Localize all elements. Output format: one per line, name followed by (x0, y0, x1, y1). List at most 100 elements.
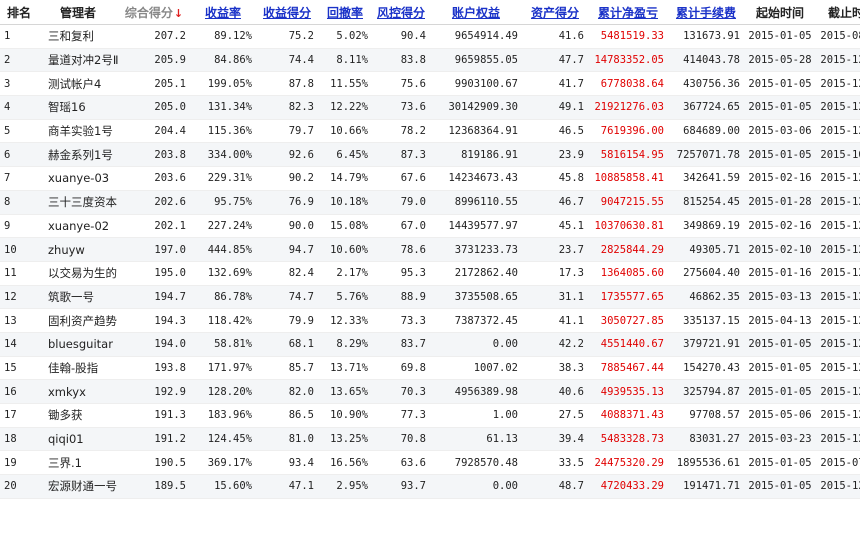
cell-risk-score: 95.3 (372, 261, 430, 286)
cell-manager: 三十三度资本 (38, 190, 118, 215)
cell-cum-profit: 10370630.81 (588, 214, 668, 239)
cell-start: 2015-01-05 (744, 474, 816, 499)
cell-return-score: 68.1 (256, 332, 318, 357)
cell-manager: 赫金系列1号 (38, 142, 118, 168)
cell-manager: 量道对冲2号Ⅲ (38, 48, 118, 73)
cell-end: 2015-12-22 (816, 190, 860, 215)
cell-risk-score: 70.8 (372, 427, 430, 452)
cell-asset-score: 40.6 (522, 379, 588, 404)
cell-end: 2015-12-22 (816, 166, 860, 191)
cell-cum-profit: 9047215.55 (588, 190, 668, 215)
header-equity[interactable]: 账户权益 (430, 0, 522, 25)
cell-start: 2015-01-05 (744, 332, 816, 357)
sort-equity-link[interactable]: 账户权益 (452, 6, 500, 20)
cell-drawdown: 13.65% (318, 379, 372, 404)
sort-asset-score-link[interactable]: 资产得分 (531, 6, 579, 20)
cell-drawdown: 12.22% (318, 95, 372, 120)
sort-risk-score-link[interactable]: 风控得分 (377, 6, 425, 20)
sort-return-rate-link[interactable]: 收益率 (205, 6, 241, 20)
cell-return-rate: 132.69% (190, 261, 256, 286)
cell-end: 2015-12-22 (816, 95, 860, 120)
cell-score: 205.9 (118, 48, 190, 73)
header-cum-profit[interactable]: 累计净盈亏 (588, 0, 668, 25)
cell-cum-profit: 7619396.00 (588, 119, 668, 144)
cell-end: 2015-12-22 (816, 403, 860, 428)
cell-cum-profit: 4720433.29 (588, 474, 668, 499)
cell-asset-score: 47.7 (522, 48, 588, 73)
cell-manager: xmkyx (38, 379, 118, 404)
cell-equity: 30142909.30 (430, 95, 522, 120)
cell-asset-score: 42.2 (522, 332, 588, 357)
cell-return-rate: 15.60% (190, 474, 256, 499)
cell-cum-profit: 6778038.64 (588, 71, 668, 97)
cell-drawdown: 8.11% (318, 48, 372, 73)
table-row: 15 佳翰-股指 193.8 171.97% 85.7 13.71% 69.8 1007.02… (0, 356, 860, 381)
cell-score: 192.9 (118, 379, 190, 404)
cell-asset-score: 45.8 (522, 166, 588, 191)
cell-manager: zhuyw (38, 237, 118, 262)
cell-cum-profit: 21921276.03 (588, 95, 668, 120)
sort-cum-fee-link[interactable]: 累计手续费 (676, 6, 736, 20)
cell-return-rate: 229.31% (190, 166, 256, 191)
cell-risk-score: 78.6 (372, 237, 430, 262)
header-score-label[interactable]: 综合得分 (125, 6, 173, 20)
cell-start: 2015-01-05 (744, 356, 816, 381)
cell-risk-score: 78.2 (372, 119, 430, 144)
cell-manager: 佳翰-股指 (38, 356, 118, 381)
cell-return-rate: 118.42% (190, 308, 256, 333)
cell-cum-profit: 1735577.65 (588, 285, 668, 310)
cell-risk-score: 69.8 (372, 356, 430, 381)
cell-start: 2015-02-10 (744, 237, 816, 262)
cell-end: 2015-12-22 (816, 71, 860, 97)
header-start: 起始时间 (744, 0, 816, 25)
cell-equity: 14234673.43 (430, 166, 522, 191)
cell-score: 193.8 (118, 356, 190, 381)
cell-end: 2015-12-22 (816, 214, 860, 239)
header-cum-fee[interactable]: 累计手续费 (668, 0, 744, 25)
cell-start: 2015-01-05 (744, 142, 816, 168)
cell-drawdown: 16.56% (318, 450, 372, 476)
cell-start: 2015-01-05 (744, 450, 816, 476)
sort-cum-profit-link[interactable]: 累计净盈亏 (598, 6, 658, 20)
cell-drawdown: 8.29% (318, 332, 372, 357)
cell-asset-score: 46.5 (522, 119, 588, 144)
header-drawdown[interactable]: 回撤率 (318, 0, 372, 25)
cell-cum-fee: 342641.59 (668, 166, 744, 191)
cell-rank: 18 (0, 427, 38, 452)
cell-asset-score: 49.1 (522, 95, 588, 120)
cell-cum-fee: 815254.45 (668, 190, 744, 215)
cell-risk-score: 90.4 (372, 24, 430, 49)
sort-drawdown-link[interactable]: 回撤率 (327, 6, 363, 20)
cell-cum-fee: 414043.78 (668, 48, 744, 73)
sort-return-score-link[interactable]: 收益得分 (263, 6, 311, 20)
cell-asset-score: 23.9 (522, 142, 588, 168)
table-row: 6 赫金系列1号 203.8 334.00% 92.6 6.45% 87.3 819186.9… (0, 142, 860, 168)
cell-return-score: 82.0 (256, 379, 318, 404)
cell-start: 2015-01-05 (744, 71, 816, 97)
header-rank: 排名 (0, 0, 38, 25)
cell-asset-score: 27.5 (522, 403, 588, 428)
header-return-rate[interactable]: 收益率 (190, 0, 256, 25)
cell-start: 2015-01-05 (744, 24, 816, 49)
cell-equity: 8996110.55 (430, 190, 522, 215)
table-row: 18 qiqi01 191.2 124.45% 81.0 13.25% 70.8 61.13 3… (0, 427, 860, 452)
cell-equity: 1007.02 (430, 356, 522, 381)
cell-risk-score: 93.7 (372, 474, 430, 499)
header-risk-score[interactable]: 风控得分 (372, 0, 430, 25)
header-asset-score[interactable]: 资产得分 (522, 0, 588, 25)
ranking-table: 排名 管理者 综合得分↓ 收益率 收益得分 回撤率 风控得分 账户权益 资产得分… (0, 0, 860, 499)
cell-end: 2015-12-22 (816, 474, 860, 499)
cell-return-score: 90.0 (256, 214, 318, 239)
cell-cum-fee: 684689.00 (668, 119, 744, 144)
table-row: 7 xuanye-03 203.6 229.31% 90.2 14.79% 67.6 1423… (0, 166, 860, 191)
cell-drawdown: 12.33% (318, 308, 372, 333)
cell-score: 191.3 (118, 403, 190, 428)
cell-risk-score: 73.3 (372, 308, 430, 333)
header-score[interactable]: 综合得分↓ (118, 0, 190, 25)
cell-rank: 19 (0, 450, 38, 476)
table-row: 3 测试帐户4 205.1 199.05% 87.8 11.55% 75.6 9903100.… (0, 71, 860, 97)
cell-start: 2015-03-06 (744, 119, 816, 144)
cell-manager: bluesguitar (38, 332, 118, 357)
header-return-score[interactable]: 收益得分 (256, 0, 318, 25)
cell-risk-score: 63.6 (372, 450, 430, 476)
